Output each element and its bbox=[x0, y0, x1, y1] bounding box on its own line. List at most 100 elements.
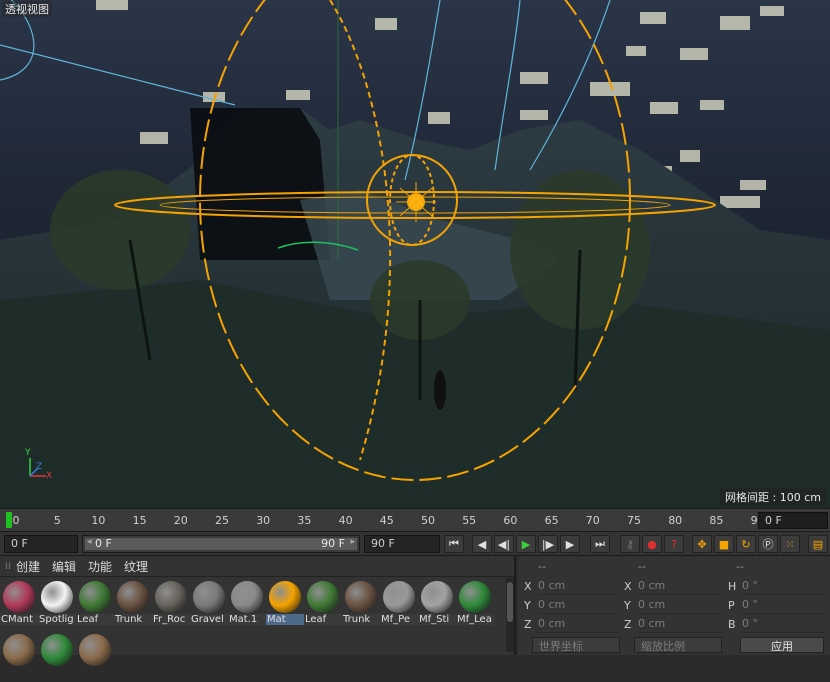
material-swatch[interactable]: Trunk bbox=[114, 578, 152, 628]
key-scale-button[interactable]: ■ bbox=[714, 535, 734, 553]
material-preview-sphere bbox=[383, 581, 415, 613]
material-swatch[interactable] bbox=[0, 632, 38, 682]
world-coordinates-label: 世界坐标 bbox=[539, 640, 583, 653]
go-to-start-icon: ⏮ bbox=[449, 537, 459, 550]
material-preview-sphere bbox=[307, 581, 339, 613]
world-coordinates-dropdown[interactable]: 世界坐标 bbox=[532, 637, 620, 653]
coord-row-1: X 0 cm X 0 cm H 0 ° bbox=[518, 578, 830, 596]
menu-create[interactable]: 创建 bbox=[16, 558, 40, 575]
playhead[interactable] bbox=[6, 512, 12, 528]
menu-edit[interactable]: 编辑 bbox=[52, 558, 76, 575]
pos-y-label: Y bbox=[524, 599, 531, 612]
rot-h-field[interactable]: 0 ° bbox=[742, 579, 824, 595]
start-frame-field[interactable]: 0 F bbox=[4, 535, 78, 553]
key-rotation-button[interactable]: ↻ bbox=[736, 535, 756, 553]
pos-x-field[interactable]: 0 cm bbox=[538, 579, 618, 595]
size-z-label: Z bbox=[624, 618, 632, 631]
timeline-tick-label: 80 bbox=[668, 514, 683, 527]
material-swatch[interactable]: Leaf bbox=[304, 578, 342, 628]
material-swatch[interactable]: Fr_Roc bbox=[152, 578, 190, 628]
material-scrollbar[interactable] bbox=[506, 578, 514, 652]
auto-key-button[interactable]: ? bbox=[664, 535, 684, 553]
menu-function[interactable]: 功能 bbox=[88, 558, 112, 575]
material-swatch[interactable]: Mat bbox=[266, 578, 304, 628]
viewport-title[interactable]: 透视视图 bbox=[2, 1, 52, 17]
go-to-start-button[interactable]: ⏮ bbox=[444, 535, 464, 553]
move-icon: ✥ bbox=[697, 537, 707, 551]
material-label: Mat.1 bbox=[228, 614, 266, 625]
coordinates-footer: 世界坐标 缩放比例 应用 bbox=[518, 635, 830, 655]
material-preview-sphere bbox=[41, 634, 73, 666]
scale-icon: ■ bbox=[718, 537, 730, 551]
timeline-tick-label: 85 bbox=[709, 514, 724, 527]
coord-row-2: Y 0 cm Y 0 cm P 0 ° bbox=[518, 597, 830, 615]
next-key-button[interactable]: ▶ bbox=[560, 535, 580, 553]
material-swatch[interactable]: Mat.1 bbox=[228, 578, 266, 628]
record-active-button[interactable]: ● bbox=[642, 535, 662, 553]
go-to-end-button[interactable]: ⏭ bbox=[590, 535, 610, 553]
material-label: Leaf bbox=[76, 614, 114, 625]
axis-y-label: Y bbox=[25, 448, 31, 458]
coord-row-3: Z 0 cm Z 0 cm B 0 ° bbox=[518, 616, 830, 634]
pos-y-field[interactable]: 0 cm bbox=[538, 598, 618, 614]
axis-x-label: X bbox=[46, 471, 53, 481]
rot-b-label: B bbox=[728, 618, 736, 631]
material-label: Fr_Roc bbox=[152, 614, 190, 625]
material-swatch[interactable] bbox=[38, 632, 76, 682]
material-swatch[interactable]: Spotlig bbox=[38, 578, 76, 628]
size-header: -- bbox=[638, 560, 646, 573]
perspective-viewport[interactable]: 透视视图 Y Z X 网格间距 : 100 cm bbox=[0, 0, 830, 508]
pos-z-field[interactable]: 0 cm bbox=[538, 617, 618, 633]
material-label: Mf_Sti bbox=[418, 614, 456, 625]
key-position-button[interactable]: ✥ bbox=[692, 535, 712, 553]
go-to-end-icon: ⏭ bbox=[595, 537, 605, 550]
size-y-field[interactable]: 0 cm bbox=[638, 598, 722, 614]
step-forward-button[interactable]: |▶ bbox=[538, 535, 558, 553]
axis-z-label: Z bbox=[36, 462, 43, 472]
timeline-window-button[interactable]: ▤ bbox=[808, 535, 828, 553]
key-icon: ⚷ bbox=[625, 537, 635, 551]
previous-key-button[interactable]: ◀ bbox=[472, 535, 492, 553]
rot-p-field[interactable]: 0 ° bbox=[742, 598, 824, 614]
material-manager: ⁞⁞ 创建 编辑 功能 纹理 CMant Spotlig Leaf Trunk Fr_R… bbox=[0, 556, 516, 666]
material-label: Gravel bbox=[190, 614, 228, 625]
rot-b-field[interactable]: 0 ° bbox=[742, 617, 824, 633]
key-pla-button[interactable]: ⁙ bbox=[780, 535, 800, 553]
scale-mode-dropdown[interactable]: 缩放比例 bbox=[634, 637, 722, 653]
material-swatch[interactable]: Leaf bbox=[76, 578, 114, 628]
material-preview-sphere bbox=[193, 581, 225, 613]
material-label: Spotlig bbox=[38, 614, 76, 625]
rot-h-label: H bbox=[728, 580, 737, 593]
material-label: Leaf bbox=[304, 614, 342, 625]
size-x-field[interactable]: 0 cm bbox=[638, 579, 722, 595]
end-frame-field[interactable]: 90 F bbox=[364, 535, 440, 553]
material-swatch[interactable]: Mf_Pe bbox=[380, 578, 418, 628]
frame-range-slider[interactable]: ◂ 0 F 90 F ▸ bbox=[82, 535, 360, 553]
scene-render bbox=[0, 0, 830, 508]
material-preview-sphere bbox=[79, 634, 111, 666]
panel-grip-icon: ⁞⁞ bbox=[4, 560, 12, 572]
timeline-tick-label: 70 bbox=[585, 514, 600, 527]
play-button[interactable]: ▶ bbox=[516, 535, 536, 553]
step-back-button[interactable]: ◀| bbox=[494, 535, 514, 553]
material-swatch[interactable]: CMant bbox=[0, 578, 38, 628]
key-parameter-button[interactable]: Ⓟ bbox=[758, 535, 778, 553]
keyframe-lock-button[interactable]: ⚷ bbox=[620, 535, 640, 553]
rot-p-label: P bbox=[728, 599, 735, 612]
range-end-label: 90 F bbox=[321, 537, 345, 550]
previous-key-icon: ◀ bbox=[477, 537, 487, 551]
size-z-field[interactable]: 0 cm bbox=[638, 617, 722, 633]
material-scrollbar-thumb[interactable] bbox=[507, 582, 513, 622]
material-swatch[interactable] bbox=[76, 632, 114, 682]
menu-texture[interactable]: 纹理 bbox=[124, 558, 148, 575]
material-swatch[interactable]: Mf_Sti bbox=[418, 578, 456, 628]
current-frame-field[interactable]: 0 F bbox=[758, 512, 828, 529]
material-swatch[interactable]: Gravel bbox=[190, 578, 228, 628]
timeline-tick-label: 40 bbox=[338, 514, 353, 527]
material-swatch[interactable]: Mf_Lea bbox=[456, 578, 494, 628]
timeline-ruler[interactable]: 051015202530354045505560657075808590 0 F bbox=[0, 508, 830, 532]
apply-button[interactable]: 应用 bbox=[740, 637, 824, 653]
material-swatch[interactable]: Trunk bbox=[342, 578, 380, 628]
timeline-tick-label: 45 bbox=[379, 514, 394, 527]
pos-x-label: X bbox=[524, 580, 532, 593]
